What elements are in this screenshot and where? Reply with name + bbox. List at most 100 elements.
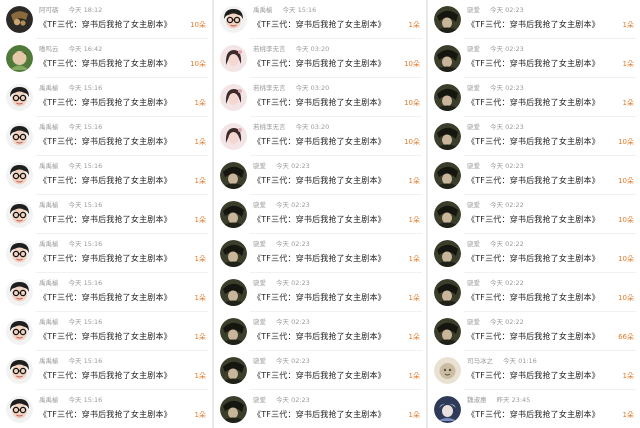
gift-record-row[interactable]: 禹禹榆 今天 15:16 《TF三代：穿书后我抢了女主剧本》 1朵 [0,273,212,312]
book-title[interactable]: 《TF三代：穿书后我抢了女主剧本》 [467,214,600,225]
user-avatar[interactable] [6,279,33,306]
user-avatar[interactable] [6,123,33,150]
book-title[interactable]: 《TF三代：穿书后我抢了女主剧本》 [253,58,386,69]
gift-record-row[interactable]: 骁爱 今天 02:22 《TF三代：穿书后我抢了女主剧本》 10朵 [428,234,640,273]
username[interactable]: 骁爱 [467,201,480,209]
book-title[interactable]: 《TF三代：穿书后我抢了女主剧本》 [467,331,600,342]
username[interactable]: 骁爱 [253,162,266,170]
user-avatar[interactable] [434,357,461,384]
gift-record-row[interactable]: 若桃李无言 今天 03:20 《TF三代：穿书后我抢了女主剧本》 10朵 [214,78,426,117]
user-avatar[interactable] [434,240,461,267]
book-title[interactable]: 《TF三代：穿书后我抢了女主剧本》 [39,253,172,264]
gift-record-row[interactable]: 骁爱 今天 02:23 《TF三代：穿书后我抢了女主剧本》 1朵 [214,234,426,273]
gift-record-row[interactable]: 禹禹榆 今天 15:16 《TF三代：穿书后我抢了女主剧本》 1朵 [0,78,212,117]
user-avatar[interactable] [6,357,33,384]
book-title[interactable]: 《TF三代：穿书后我抢了女主剧本》 [253,214,386,225]
username[interactable]: 若桃李无言 [253,123,286,131]
username[interactable]: 骁爱 [467,162,480,170]
user-avatar[interactable] [6,84,33,111]
book-title[interactable]: 《TF三代：穿书后我抢了女主剧本》 [467,19,600,30]
user-avatar[interactable] [6,318,33,345]
username[interactable]: 禹禹榆 [39,201,59,209]
gift-record-row[interactable]: 骁爱 今天 02:22 《TF三代：穿书后我抢了女主剧本》 10朵 [428,195,640,234]
username[interactable]: 骁爱 [467,6,480,14]
book-title[interactable]: 《TF三代：穿书后我抢了女主剧本》 [467,58,600,69]
username[interactable]: 嗷呜云 [39,45,59,53]
book-title[interactable]: 《TF三代：穿书后我抢了女主剧本》 [253,409,386,420]
user-avatar[interactable] [220,201,247,228]
username[interactable]: 骁爱 [253,396,266,404]
book-title[interactable]: 《TF三代：穿书后我抢了女主剧本》 [39,214,172,225]
gift-record-row[interactable]: 骁爱 今天 02:23 《TF三代：穿书后我抢了女主剧本》 1朵 [214,273,426,312]
user-avatar[interactable] [6,396,33,423]
gift-record-row[interactable]: 骁爱 今天 02:23 《TF三代：穿书后我抢了女主剧本》 1朵 [214,351,426,390]
book-title[interactable]: 《TF三代：穿书后我抢了女主剧本》 [39,19,172,30]
gift-record-row[interactable]: 骁爱 今天 02:23 《TF三代：穿书后我抢了女主剧本》 10朵 [428,156,640,195]
gift-record-row[interactable]: 禹禹榆 今天 15:16 《TF三代：穿书后我抢了女主剧本》 1朵 [0,390,212,428]
book-title[interactable]: 《TF三代：穿书后我抢了女主剧本》 [39,175,172,186]
username[interactable]: 若桃李无言 [253,45,286,53]
gift-record-row[interactable]: 魏淑惠 昨天 23:45 《TF三代：穿书后我抢了女主剧本》 1朵 [428,390,640,428]
book-title[interactable]: 《TF三代：穿书后我抢了女主剧本》 [253,175,386,186]
book-title[interactable]: 《TF三代：穿书后我抢了女主剧本》 [253,136,386,147]
gift-record-row[interactable]: 阿可砺 今天 18:12 《TF三代：穿书后我抢了女主剧本》 10朵 [0,0,212,39]
gift-record-row[interactable]: 骁爱 今天 02:23 《TF三代：穿书后我抢了女主剧本》 10朵 [428,117,640,156]
username[interactable]: 骁爱 [467,45,480,53]
gift-record-row[interactable]: 骁爱 今天 02:23 《TF三代：穿书后我抢了女主剧本》 1朵 [428,39,640,78]
user-avatar[interactable] [434,6,461,33]
book-title[interactable]: 《TF三代：穿书后我抢了女主剧本》 [253,253,386,264]
username[interactable]: 骁爱 [467,84,480,92]
user-avatar[interactable] [434,396,461,423]
username[interactable]: 禹禹榆 [39,396,59,404]
username[interactable]: 骁爱 [467,279,480,287]
user-avatar[interactable] [220,45,247,72]
gift-record-row[interactable]: 若桃李无言 今天 03:20 《TF三代：穿书后我抢了女主剧本》 10朵 [214,117,426,156]
username[interactable]: 魏淑惠 [467,396,487,404]
username[interactable]: 骁爱 [253,318,266,326]
username[interactable]: 司马冰之 [467,357,493,365]
username[interactable]: 阿可砺 [39,6,59,14]
username[interactable]: 禹禹榆 [39,123,59,131]
username[interactable]: 禹禹榆 [39,240,59,248]
user-avatar[interactable] [6,162,33,189]
gift-record-row[interactable]: 禹禹榆 今天 15:16 《TF三代：穿书后我抢了女主剧本》 1朵 [0,234,212,273]
username[interactable]: 骁爱 [253,201,266,209]
gift-record-row[interactable]: 禹禹榆 今天 15:16 《TF三代：穿书后我抢了女主剧本》 1朵 [0,156,212,195]
username[interactable]: 骁爱 [467,318,480,326]
book-title[interactable]: 《TF三代：穿书后我抢了女主剧本》 [39,292,172,303]
user-avatar[interactable] [6,201,33,228]
gift-record-row[interactable]: 骁爱 今天 02:23 《TF三代：穿书后我抢了女主剧本》 1朵 [214,156,426,195]
username[interactable]: 禹禹榆 [39,84,59,92]
user-avatar[interactable] [434,162,461,189]
gift-record-row[interactable]: 骁爱 今天 02:22 《TF三代：穿书后我抢了女主剧本》 10朵 [428,273,640,312]
book-title[interactable]: 《TF三代：穿书后我抢了女主剧本》 [253,370,386,381]
book-title[interactable]: 《TF三代：穿书后我抢了女主剧本》 [253,292,386,303]
user-avatar[interactable] [220,123,247,150]
gift-record-row[interactable]: 司马冰之 今天 01:16 《TF三代：穿书后我抢了女主剧本》 1朵 [428,351,640,390]
book-title[interactable]: 《TF三代：穿书后我抢了女主剧本》 [39,370,172,381]
gift-record-row[interactable]: 骁爱 今天 02:22 《TF三代：穿书后我抢了女主剧本》 66朵 [428,312,640,351]
gift-record-row[interactable]: 禹禹榆 今天 15:16 《TF三代：穿书后我抢了女主剧本》 1朵 [214,0,426,39]
user-avatar[interactable] [434,318,461,345]
user-avatar[interactable] [434,279,461,306]
book-title[interactable]: 《TF三代：穿书后我抢了女主剧本》 [39,331,172,342]
username[interactable]: 禹禹榆 [39,162,59,170]
gift-record-row[interactable]: 嗷呜云 今天 16:42 《TF三代：穿书后我抢了女主剧本》 10朵 [0,39,212,78]
gift-record-row[interactable]: 骁爱 今天 02:23 《TF三代：穿书后我抢了女主剧本》 1朵 [214,195,426,234]
book-title[interactable]: 《TF三代：穿书后我抢了女主剧本》 [467,292,600,303]
user-avatar[interactable] [220,396,247,423]
gift-record-row[interactable]: 若桃李无言 今天 03:20 《TF三代：穿书后我抢了女主剧本》 10朵 [214,39,426,78]
user-avatar[interactable] [434,45,461,72]
user-avatar[interactable] [220,84,247,111]
book-title[interactable]: 《TF三代：穿书后我抢了女主剧本》 [467,370,600,381]
book-title[interactable]: 《TF三代：穿书后我抢了女主剧本》 [253,331,386,342]
book-title[interactable]: 《TF三代：穿书后我抢了女主剧本》 [467,253,600,264]
user-avatar[interactable] [6,240,33,267]
username[interactable]: 禹禹榆 [39,357,59,365]
username[interactable]: 禹禹榆 [39,279,59,287]
username[interactable]: 骁爱 [253,240,266,248]
book-title[interactable]: 《TF三代：穿书后我抢了女主剧本》 [467,136,600,147]
username[interactable]: 骁爱 [253,279,266,287]
gift-record-row[interactable]: 禹禹榆 今天 15:16 《TF三代：穿书后我抢了女主剧本》 1朵 [0,312,212,351]
username[interactable]: 禹禹榆 [253,6,273,14]
